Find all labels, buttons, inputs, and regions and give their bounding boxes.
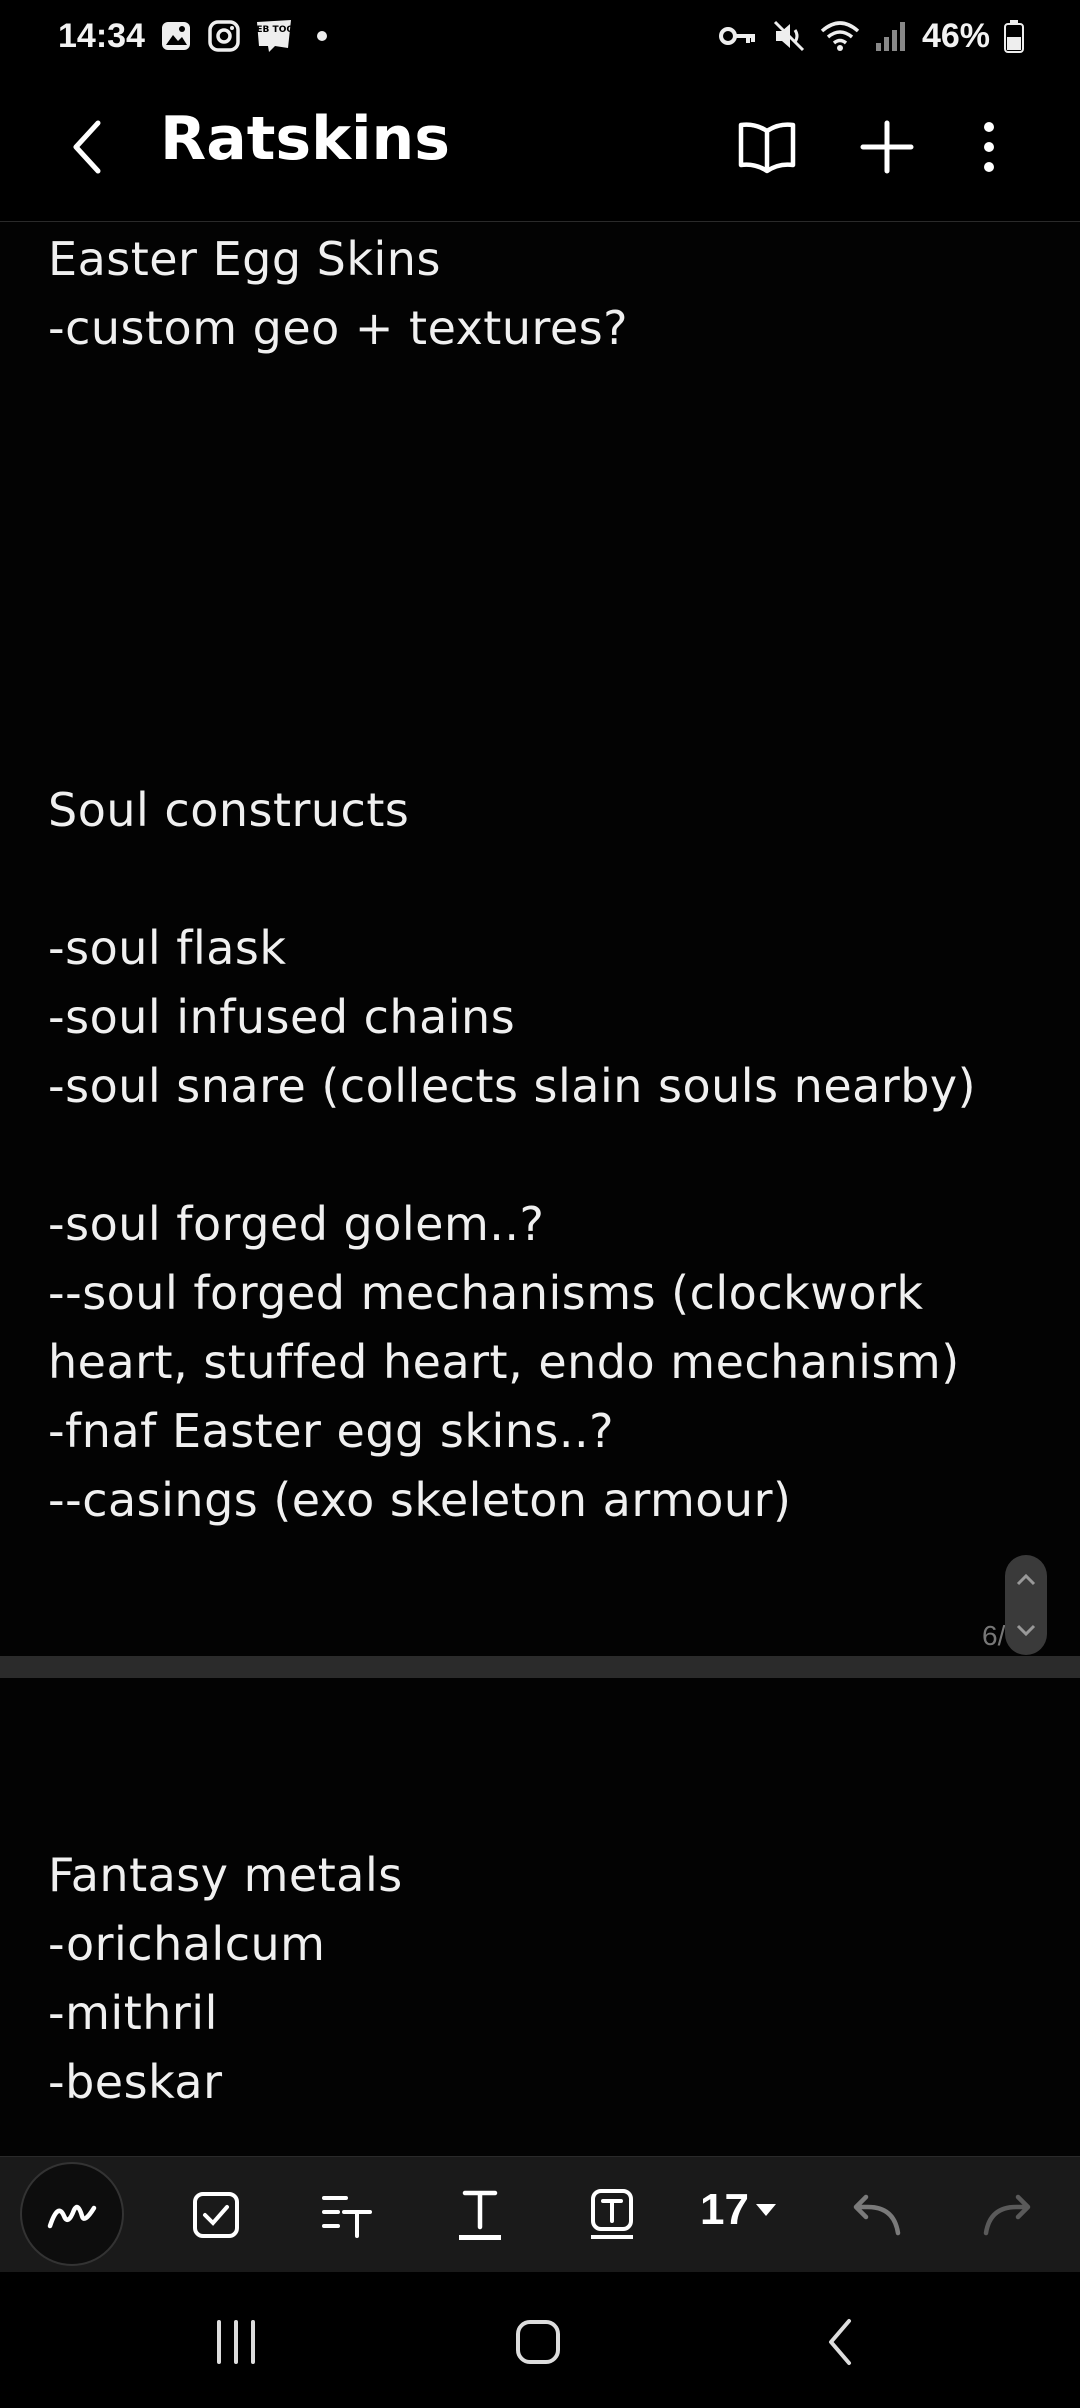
book-view-button[interactable] [732, 112, 802, 182]
back-icon [73, 120, 101, 174]
dropdown-icon [755, 2204, 776, 2216]
note-line: --casings (exo skeleton armour) [48, 1473, 792, 1527]
pen-mode-button[interactable] [20, 2162, 124, 2266]
note-line: -soul forged golem..? [48, 1197, 545, 1251]
app-bar: Ratskins [0, 72, 1080, 222]
gallery-icon [159, 19, 193, 53]
wifi-icon [820, 19, 860, 53]
text-box-icon [591, 2189, 633, 2239]
signal-icon [874, 19, 908, 53]
note-line: -custom geo + textures? [48, 301, 629, 355]
undo-button[interactable] [836, 2175, 916, 2255]
font-size-value: 17 [700, 2185, 749, 2234]
note-page-7[interactable]: Fantasy metals -orichalcum -mithril -bes… [0, 1678, 1080, 2156]
edit-toolbar: 17 [0, 2156, 1080, 2273]
scroll-handle[interactable] [1005, 1555, 1047, 1655]
underline-text-button[interactable] [440, 2175, 520, 2255]
add-icon [860, 120, 914, 174]
heading-fantasy-metals: Fantasy metals [48, 1848, 403, 1902]
chevron-up-icon [1016, 1573, 1036, 1586]
note-line: -soul flask [48, 921, 287, 975]
note-line: -orichalcum [48, 1917, 326, 1971]
battery-icon [1004, 19, 1024, 53]
chevron-down-icon [1016, 1624, 1036, 1637]
heading-easter-egg-skins: Easter Egg Skins [48, 232, 441, 286]
status-right: 46% [718, 17, 1024, 56]
note-page-6[interactable]: Easter Egg Skins -custom geo + textures?… [0, 222, 1080, 1656]
book-view-icon [738, 122, 796, 174]
note-line: -soul infused chains [48, 990, 516, 1044]
status-bar: 14:34 WEB TOON 46% [0, 0, 1080, 72]
dot-icon [316, 31, 327, 41]
page-separator [0, 1656, 1080, 1678]
recents-icon [217, 2320, 255, 2364]
pen-icon [47, 2204, 97, 2229]
svg-text:WEB TOON: WEB TOON [255, 25, 293, 35]
checkbox-button[interactable] [176, 2175, 256, 2255]
more-icon [984, 122, 994, 172]
add-page-button[interactable] [852, 112, 922, 182]
clock: 14:34 [58, 16, 145, 55]
redo-button[interactable] [968, 2175, 1048, 2255]
note-line: -beskar [48, 2055, 223, 2109]
mute-icon [772, 19, 806, 53]
heading-soul-constructs: Soul constructs [48, 783, 410, 837]
instagram-icon [207, 19, 241, 53]
webtoon-icon: WEB TOON [255, 18, 293, 54]
redo-icon [983, 2194, 1031, 2236]
vpn-key-icon [718, 21, 758, 51]
note-line: -mithril [48, 1986, 218, 2040]
system-nav-bar [0, 2272, 1080, 2408]
text-box-button[interactable] [572, 2175, 652, 2255]
note-line: heart, stuffed heart, endo mechanism) [48, 1335, 960, 1389]
nav-back-icon [829, 2319, 851, 2365]
battery-percent: 46% [921, 16, 990, 55]
undo-icon [853, 2194, 901, 2236]
home-button[interactable] [488, 2302, 588, 2382]
back-button[interactable] [56, 117, 116, 177]
more-options-button[interactable] [954, 112, 1024, 182]
recents-button[interactable] [186, 2302, 286, 2382]
text-style-icon [322, 2196, 372, 2238]
nav-back-button[interactable] [790, 2302, 890, 2382]
home-icon [516, 2320, 560, 2364]
note-title[interactable]: Ratskins [160, 104, 450, 174]
text-style-button[interactable] [308, 2175, 388, 2255]
checkbox-icon [193, 2192, 239, 2238]
note-line: -fnaf Easter egg skins..? [48, 1404, 615, 1458]
note-line: -soul snare (collects slain souls nearby… [48, 1059, 977, 1113]
font-size-selector[interactable]: 17 [700, 2185, 777, 2235]
note-line: --soul forged mechanisms (clockwork [48, 1266, 924, 1320]
underline-text-icon [459, 2190, 501, 2240]
status-left: 14:34 WEB TOON [58, 17, 327, 56]
